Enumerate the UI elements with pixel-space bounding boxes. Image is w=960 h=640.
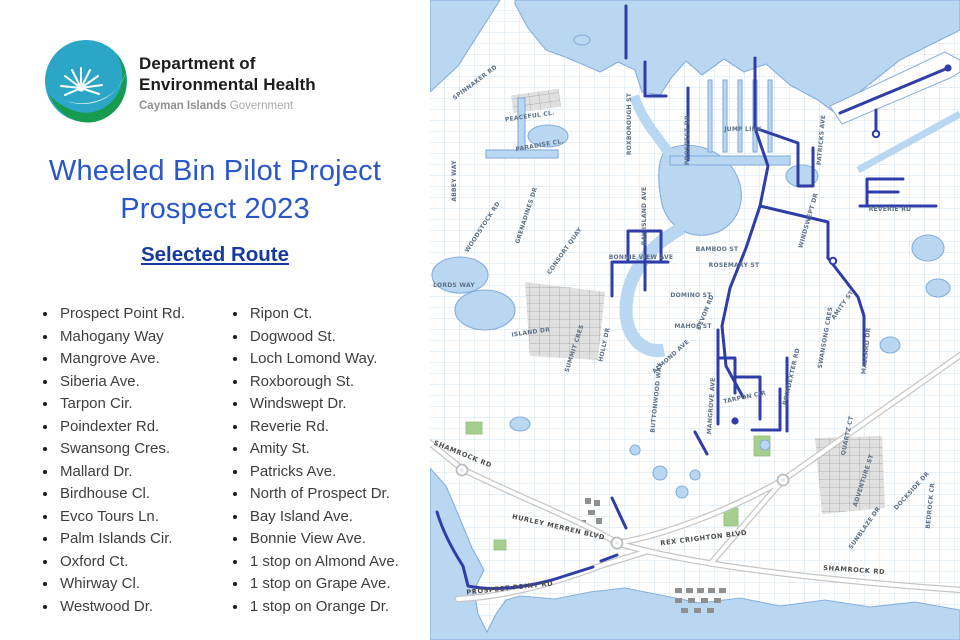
route-street-item: Whirway Cl.	[58, 573, 202, 596]
route-street-item: 1 stop on Orange Dr.	[248, 596, 430, 619]
route-map: SPINNAKER RDPEACEFUL CL.PARADISE CL.ROXB…	[430, 0, 960, 640]
org-subtitle: Cayman Islands Government	[139, 100, 316, 112]
map-street-label: LORDS WAY	[433, 282, 475, 289]
route-street-item: Evco Tours Ln.	[58, 506, 202, 529]
map-street-label: ABBEY WAY	[451, 160, 458, 202]
route-street-item: Dogwood St.	[248, 326, 430, 349]
map-street-label: DOMINO ST	[670, 292, 712, 299]
route-street-item: Mangrove Ave.	[58, 348, 202, 371]
map-street-label: BAY ISLAND AVE	[641, 187, 648, 246]
flyer-page: Department ofEnvironmental Health Cayman…	[0, 0, 960, 640]
map-street-label: REVERIE RD	[869, 206, 912, 213]
route-street-item: Mahogany Way	[58, 326, 202, 349]
route-street-item: Roxborough St.	[248, 371, 430, 394]
route-street-item: Reverie Rd.	[248, 416, 430, 439]
route-street-item: North of Prospect Dr.	[248, 483, 430, 506]
map-street-label: MAHOE ST	[674, 323, 712, 330]
route-street-item: Poindexter Rd.	[58, 416, 202, 439]
map-street-label: BONNIE VIEW AVE	[609, 254, 674, 261]
map-street-label: ROSEMARY ST	[709, 262, 760, 269]
org-name: Department ofEnvironmental Health	[139, 53, 316, 95]
map-street-label: PROSPECT DR	[684, 115, 691, 165]
info-panel: Department ofEnvironmental Health Cayman…	[0, 0, 430, 640]
route-street-item: 1 stop on Almond Ave.	[248, 551, 430, 574]
route-street-item: Amity St.	[248, 438, 430, 461]
route-street-item: Loch Lomond Way.	[248, 348, 430, 371]
route-street-item: Westwood Dr.	[58, 596, 202, 619]
route-street-item: 1 stop on Grape Ave.	[248, 573, 430, 596]
route-street-item: Siberia Ave.	[58, 371, 202, 394]
route-street-item: Mallard Dr.	[58, 461, 202, 484]
map-street-label: BAMBOO ST	[696, 246, 739, 253]
route-street-item: Birdhouse Cl.	[58, 483, 202, 506]
route-street-item: Prospect Point Rd.	[58, 303, 202, 326]
doeh-logo: Department ofEnvironmental Health Cayman…	[43, 38, 316, 126]
map-panel[interactable]: SPINNAKER RDPEACEFUL CL.PARADISE CL.ROXB…	[430, 0, 960, 640]
doeh-logo-icon	[43, 38, 131, 126]
route-street-item: Oxford Ct.	[58, 551, 202, 574]
map-street-label: JUMP LINK	[723, 126, 762, 133]
route-street-item: Bonnie View Ave.	[248, 528, 430, 551]
route-street-item: Bay Island Ave.	[248, 506, 430, 529]
route-street-item: Patricks Ave.	[248, 461, 430, 484]
route-street-item: Swansong Cres.	[58, 438, 202, 461]
route-street-item: Palm Islands Cir.	[58, 528, 202, 551]
route-street-lists: Prospect Point Rd.Mahogany WayMangrove A…	[0, 303, 430, 618]
route-street-item: Tarpon Cir.	[58, 393, 202, 416]
page-title: Wheeled Bin Pilot ProjectProspect 2023	[0, 152, 430, 228]
route-street-item: Windswept Dr.	[248, 393, 430, 416]
map-street-label: ROXBOROUGH ST	[626, 92, 633, 155]
selected-route-link[interactable]: Selected Route	[0, 243, 430, 267]
route-street-item: Ripon Ct.	[248, 303, 430, 326]
route-list-left: Prospect Point Rd.Mahogany WayMangrove A…	[38, 303, 202, 618]
route-list-right: Ripon Ct.Dogwood St.Loch Lomond Way.Roxb…	[228, 303, 430, 618]
